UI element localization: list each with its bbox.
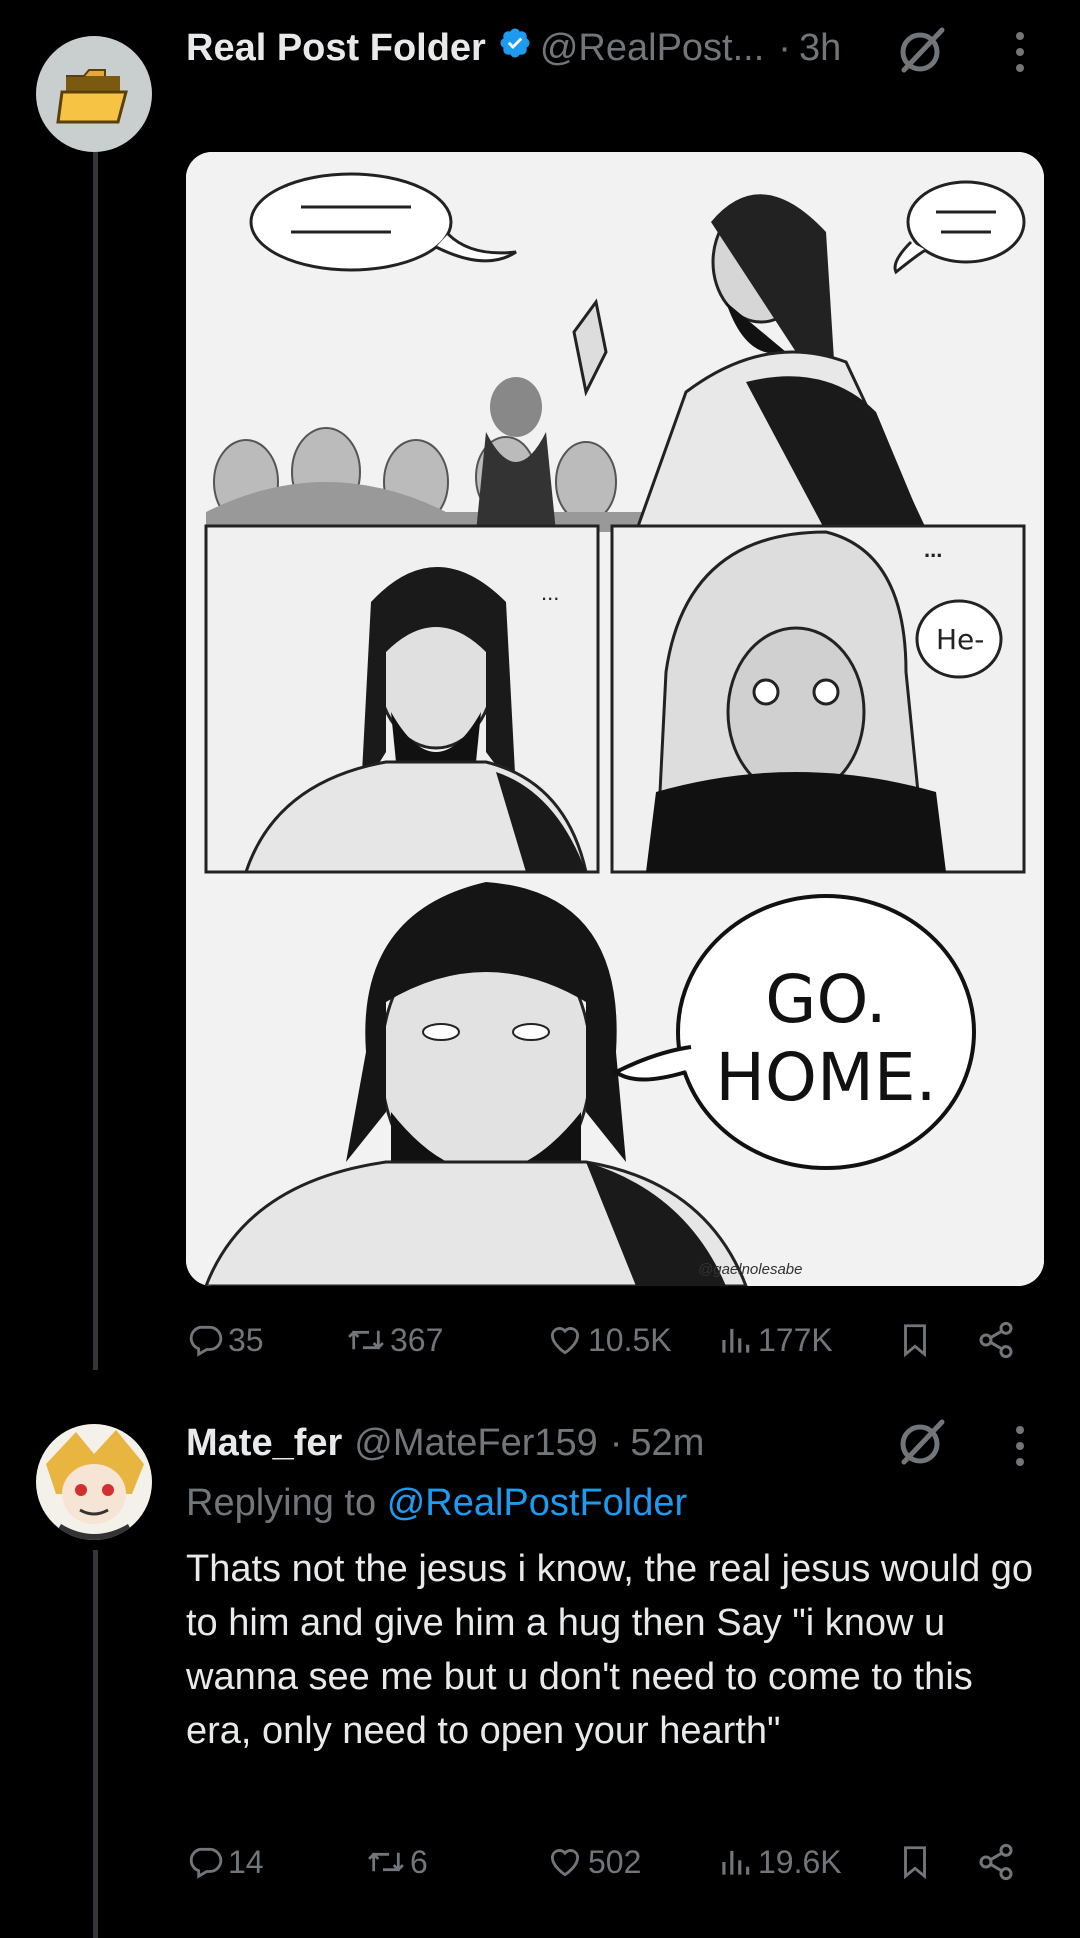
reply-views-button[interactable]: 19.6K xyxy=(716,1832,842,1892)
views-count: 177K xyxy=(758,1321,833,1358)
time-separator: · xyxy=(778,26,791,69)
reply-like-count: 502 xyxy=(588,1843,642,1880)
views-icon xyxy=(722,1328,750,1353)
bubble-home: HOME. xyxy=(715,1039,936,1116)
replying-to-label: Replying to xyxy=(186,1482,377,1524)
reply-icon xyxy=(189,1325,223,1357)
bubble-go: GO. xyxy=(765,961,886,1038)
views-button[interactable]: 177K xyxy=(716,1310,833,1370)
like-icon xyxy=(550,1849,580,1877)
share-icon xyxy=(979,1321,1013,1359)
share-icon xyxy=(979,1843,1013,1881)
tweet-time[interactable]: 3h xyxy=(799,27,841,70)
grok-icon[interactable] xyxy=(896,24,948,76)
verified-badge-icon xyxy=(498,26,532,70)
like-button[interactable]: 10.5K xyxy=(546,1310,672,1370)
reply-views-count: 19.6K xyxy=(758,1843,842,1880)
bookmark-icon xyxy=(904,1846,926,1880)
author-name[interactable]: Real Post Folder xyxy=(186,27,486,70)
reply-retweet-count: 6 xyxy=(410,1843,428,1880)
reply-share-button[interactable] xyxy=(976,1832,1020,1892)
reply-icon xyxy=(189,1847,223,1879)
reply-time-separator: · xyxy=(609,1421,623,1464)
reply-body-text: Thats not the jesus i know, the real jes… xyxy=(186,1548,1034,1752)
views-icon xyxy=(722,1850,750,1875)
more-icon[interactable] xyxy=(1008,28,1032,76)
reply-author-avatar[interactable] xyxy=(36,1424,152,1540)
retweet-icon xyxy=(368,1852,404,1872)
author-handle[interactable]: @RealPost... xyxy=(540,27,764,70)
folder-icon xyxy=(56,69,128,124)
bookmark-icon xyxy=(904,1324,926,1358)
reply-author-handle[interactable]: @MateFer159 xyxy=(354,1422,597,1465)
share-button[interactable] xyxy=(976,1310,1020,1370)
reply-time[interactable]: 52m xyxy=(630,1422,704,1465)
replying-to-line: Replying to @RealPostFolder xyxy=(186,1482,687,1525)
reply-reply-button[interactable]: 14 xyxy=(186,1832,264,1892)
dots-right: ... xyxy=(924,537,942,562)
reply-more-icon[interactable] xyxy=(1008,1422,1032,1470)
panel-middle-left: ... xyxy=(204,524,600,874)
tweet-action-bar: 35 367 10.5K 177K xyxy=(186,1310,1026,1370)
author-avatar[interactable] xyxy=(36,36,152,152)
replying-to-mention[interactable]: @RealPostFolder xyxy=(387,1482,687,1524)
tweet-media-comic[interactable]: ... ... He- GO. HOME. @gaelnolesabe xyxy=(186,152,1044,1286)
reply-button[interactable]: 35 xyxy=(186,1310,264,1370)
thread-connector-line xyxy=(93,150,98,1370)
retweet-count: 367 xyxy=(390,1321,444,1358)
reply-count: 35 xyxy=(228,1321,264,1358)
retweet-icon xyxy=(348,1330,384,1350)
artist-signature: @gaelnolesabe xyxy=(698,1261,802,1278)
reply-grok-icon[interactable] xyxy=(896,1416,948,1468)
reply-like-button[interactable]: 502 xyxy=(546,1832,641,1892)
reply-action-bar: 14 6 502 19.6K xyxy=(186,1832,1026,1892)
bubble-he: He- xyxy=(936,623,984,656)
like-icon xyxy=(550,1327,580,1355)
reply-author-name[interactable]: Mate_fer xyxy=(186,1422,342,1465)
bookmark-button[interactable] xyxy=(896,1310,938,1370)
reply-retweet-button[interactable]: 6 xyxy=(366,1832,428,1892)
retweet-button[interactable]: 367 xyxy=(346,1310,443,1370)
anime-avatar-icon xyxy=(46,1430,144,1540)
reply-reply-count: 14 xyxy=(228,1843,264,1880)
reply-bookmark-button[interactable] xyxy=(896,1832,938,1892)
reply-thread-line xyxy=(93,1550,98,1938)
like-count: 10.5K xyxy=(588,1321,672,1358)
panel-middle-right: ... He- xyxy=(610,524,1026,874)
dots-left: ... xyxy=(541,580,559,605)
